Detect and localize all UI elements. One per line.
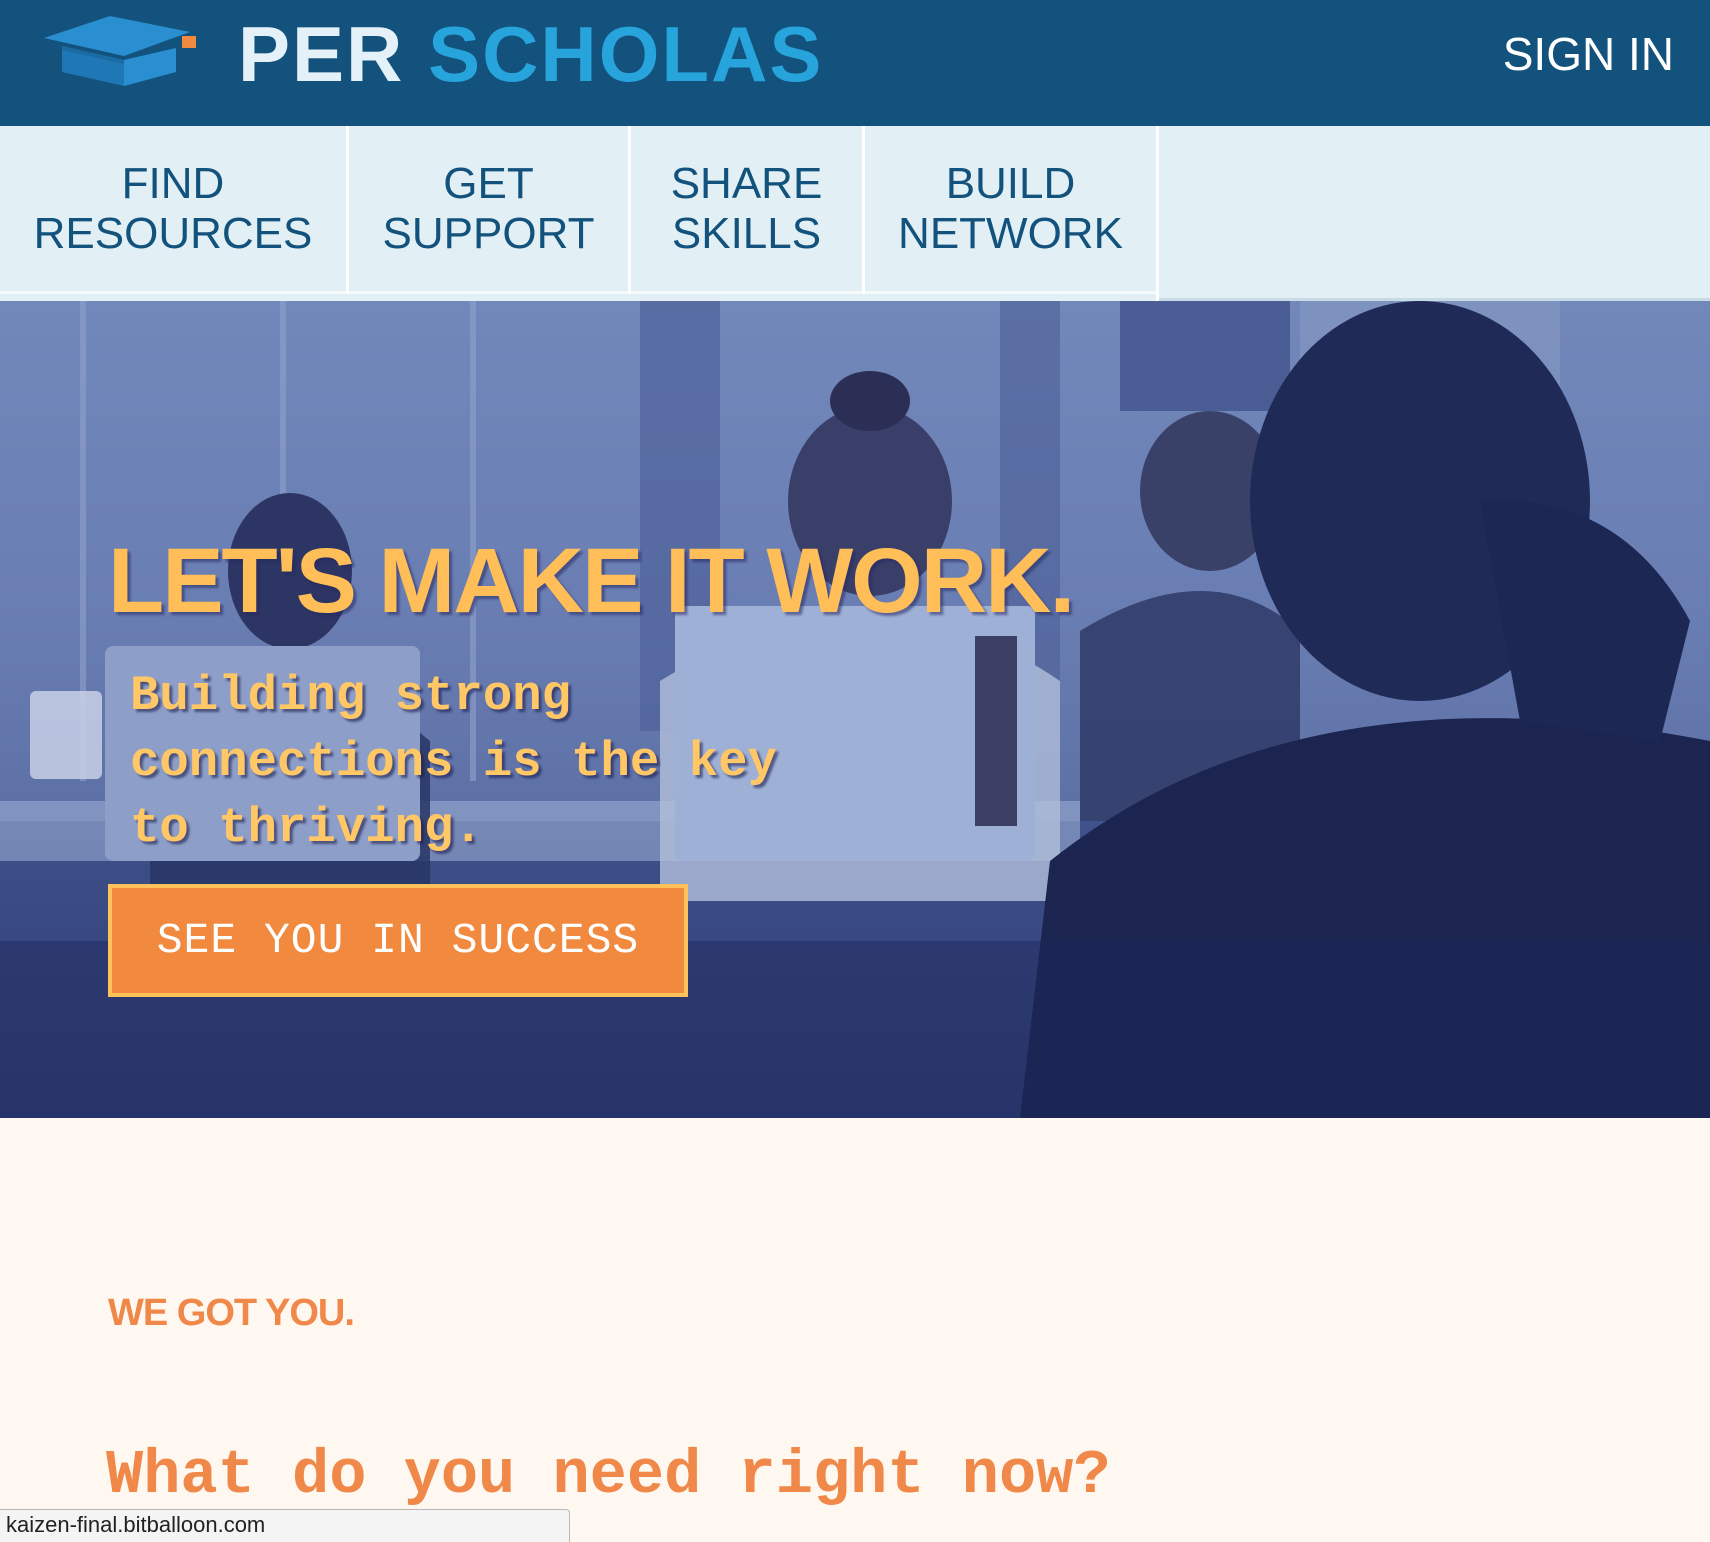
- nav-item-label-line2: RESOURCES: [33, 208, 313, 258]
- hero-subtitle: Building strong connections is the key t…: [130, 668, 777, 856]
- nav-item-label-line1: BUILD: [945, 158, 1076, 208]
- brand-word-scholas: SCHOLAS: [428, 10, 824, 98]
- graduation-cap-icon[interactable]: [40, 12, 200, 92]
- nav-item-share-skills[interactable]: SHARE SKILLS: [631, 126, 862, 294]
- brand-word-per: PER: [238, 10, 405, 98]
- site-header: PER SCHOLAS SIGN IN: [0, 0, 1710, 126]
- nav-item-label-line2: SUPPORT: [382, 208, 595, 258]
- main-nav: FIND RESOURCES GET SUPPORT SHARE SKILLS …: [0, 126, 1710, 301]
- sign-in-link[interactable]: SIGN IN: [1503, 26, 1674, 82]
- section-eyebrow: WE GOT YOU.: [108, 1292, 355, 1334]
- nav-item-label-line1: GET: [443, 158, 534, 208]
- hero-title: LET'S MAKE IT WORK.: [108, 529, 1075, 632]
- see-you-in-success-button[interactable]: SEE YOU IN SUCCESS: [108, 884, 688, 997]
- nav-item-label-line2: SKILLS: [671, 208, 822, 258]
- nav-item-label-line1: SHARE: [670, 158, 823, 208]
- brand-wordmark[interactable]: PER SCHOLAS: [238, 6, 823, 102]
- nav-item-get-support[interactable]: GET SUPPORT: [349, 126, 628, 294]
- nav-item-label-line1: FIND: [121, 158, 225, 208]
- nav-item-label-line2: NETWORK: [898, 208, 1123, 258]
- nav-item-find-resources[interactable]: FIND RESOURCES: [0, 126, 346, 294]
- section-title: What do you need right now?: [106, 1440, 1111, 1512]
- hero-section: LET'S MAKE IT WORK. Building strong conn…: [0, 301, 1710, 1118]
- browser-status-url: kaizen-final.bitballoon.com: [0, 1509, 570, 1542]
- nav-item-build-network[interactable]: BUILD NETWORK: [865, 126, 1156, 294]
- nav-divider: [1156, 126, 1159, 301]
